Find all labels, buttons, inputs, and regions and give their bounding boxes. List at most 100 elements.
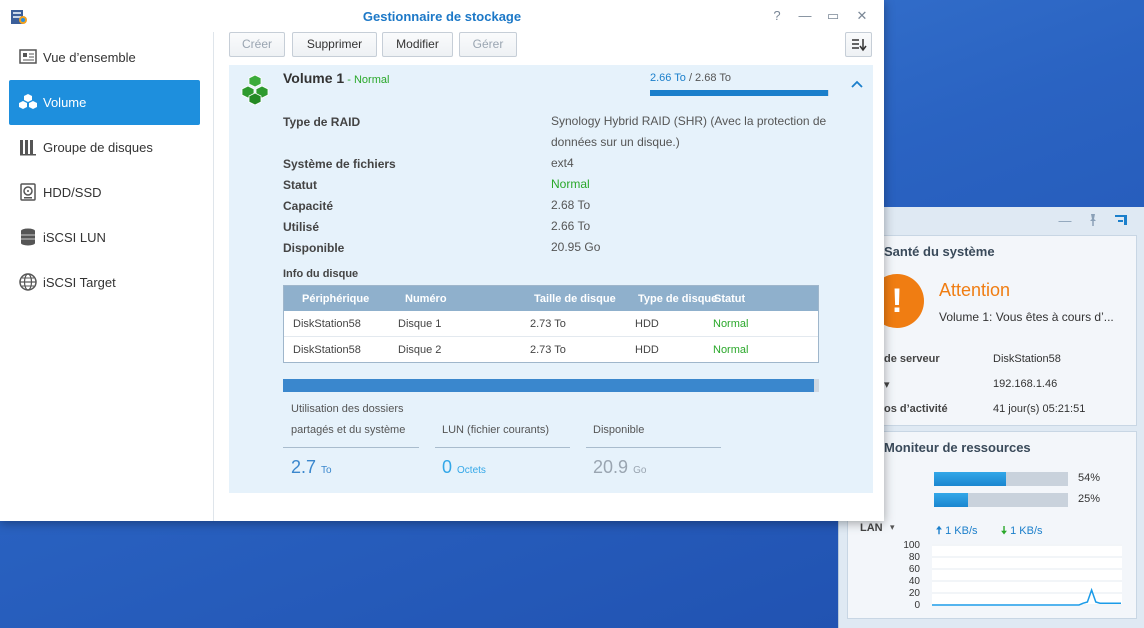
sidebar: Vue d’ensemble Volume Groupe de disques … [0,32,214,521]
property-label: Système de fichiers [283,157,396,171]
volume-title: Volume 1 - Normal [283,70,389,86]
sidebar-item-hdd-ssd[interactable]: HDD/SSD [9,170,200,215]
attention-title: Attention [939,280,1011,300]
main-content: Créer Supprimer Modifier Gérer Volume 1 … [215,32,884,521]
column-header[interactable]: Taille de disque [534,293,616,305]
stat-lun: LUN (fichier courants) 0 Octets [435,399,570,478]
lan-dropdown-caret-icon[interactable]: ▾ [890,522,895,533]
stat-value-row: 2.7 To [283,457,419,478]
health-row-ip: ▾ 192.168.1.46 [848,378,1138,398]
widget-options-icon[interactable] [1113,213,1129,229]
volume-total: / 2.68 To [685,72,731,84]
manage-button[interactable]: Gérer [459,32,517,57]
lan-row: LAN ▾ 🠅 1 KB/s 🠇 1 KB/s [848,522,1138,538]
health-row-value: 41 jour(s) 05:21:51 [993,403,1086,415]
download-speed: 🠇 1 KB/s [1001,522,1043,541]
stat-label-line2: partagés et du système [291,424,406,436]
property-available: Disponible 20.95 Go [283,240,843,262]
stat-divider [586,447,721,448]
maximize-icon[interactable]: ▭ [824,7,842,25]
column-header[interactable]: Type de disque [638,293,717,305]
disk-table-header: Périphérique Numéro Taille de disque Typ… [284,286,818,311]
table-row[interactable]: DiskStation58 Disque 1 2.73 To HDD Norma… [284,311,818,337]
widget-minimize-icon[interactable]: — [1057,213,1073,229]
cpu-usage-row: 54% [848,472,1138,488]
iscsi-lun-icon [21,228,35,246]
property-label: Utilisé [283,220,320,234]
property-raid-type: Type de RAID Synology Hybrid RAID (SHR) … [283,114,843,157]
edit-button[interactable]: Modifier [382,32,453,57]
close-icon[interactable]: ✕ [853,7,871,25]
minimize-icon[interactable]: — [796,7,814,25]
hdd-icon [20,183,36,201]
chevron-up-icon[interactable] [850,79,864,89]
sort-button[interactable] [845,32,872,57]
stat-value: 0 [442,457,453,477]
sidebar-item-label: iSCSI Target [43,275,116,290]
resource-monitor-widget: Moniteur de ressources 54% 25% LAN ▾ 🠅 1… [847,431,1137,619]
column-header[interactable]: Périphérique [302,293,369,305]
toolbar: Créer Supprimer Modifier Gérer [215,32,884,65]
lan-dropdown-label[interactable]: LAN [860,522,883,534]
sidebar-item-label: iSCSI LUN [43,230,106,245]
storage-usage-fill [283,379,814,392]
stat-divider [435,447,570,448]
disk-group-icon [20,140,36,156]
ram-usage-bar [934,493,1068,507]
sidebar-item-label: HDD/SSD [43,185,102,200]
stat-unit: Go [633,465,647,476]
health-row-label[interactable]: ▾ [884,378,984,391]
health-title: Santé du système [884,244,995,259]
storage-usage-bar [283,379,819,392]
disk-table: Périphérique Numéro Taille de disque Typ… [283,285,819,363]
stat-label-line1 [586,399,721,420]
stat-available: Disponible 20.9 Go [586,399,721,478]
cpu-usage-percent: 54% [1078,472,1101,484]
stat-label-line2: Disponible [593,424,645,436]
stat-label-line1: Utilisation des dossiers [291,403,404,415]
ram-usage-fill [934,493,968,507]
health-row-label: de serveur [884,353,940,365]
column-header[interactable]: Statut [714,293,745,305]
table-row[interactable]: DiskStation58 Disque 2 2.73 To HDD Norma… [284,337,818,363]
health-row-label: os d’activité [884,403,948,415]
table-cell: DiskStation58 [293,318,361,330]
volume-usage-fill [650,90,828,96]
create-button[interactable]: Créer [229,32,285,57]
help-icon[interactable]: ? [768,7,786,25]
table-cell: Normal [713,344,749,356]
property-label: Statut [283,178,317,192]
property-label: Disponible [283,241,345,255]
window-title: Gestionnaire de stockage [362,9,522,24]
volume-usage-text: 2.66 To / 2.68 To [650,72,731,84]
stat-value: 2.7 [291,457,317,477]
stat-value-row: 0 Octets [435,457,570,478]
table-cell: DiskStation58 [293,344,361,356]
property-label: Capacité [283,199,334,213]
volume-panel: Volume 1 - Normal 2.66 To / 2.68 To Type… [229,65,873,493]
sidebar-item-iscsi-target[interactable]: iSCSI Target [9,260,200,305]
sort-icon [852,39,867,52]
delete-button[interactable]: Supprimer [292,32,377,57]
y-tick-label: 40 [908,576,920,587]
attention-message[interactable]: Volume 1: Vous êtes à cours d’... [939,310,1129,324]
widget-pin-icon[interactable] [1085,213,1101,229]
table-cell: Disque 1 [398,318,442,330]
sidebar-item-iscsi-lun[interactable]: iSCSI LUN [9,215,200,260]
volume-status: - Normal [344,74,390,86]
sidebar-item-disk-group[interactable]: Groupe de disques [9,125,200,170]
sidebar-item-label: Groupe de disques [43,140,153,155]
sidebar-item-overview[interactable]: Vue d’ensemble [9,35,200,80]
stat-unit: Octets [457,465,486,476]
sidebar-item-volume[interactable]: Volume [9,80,200,125]
title-bar[interactable]: Gestionnaire de stockage ? — ▭ ✕ [0,0,884,32]
iscsi-target-icon [19,273,37,291]
column-header[interactable]: Numéro [405,293,447,305]
health-row-uptime: os d’activité 41 jour(s) 05:21:51 [848,403,1138,423]
volume-name: Volume 1 [283,70,345,86]
ram-usage-row: 25% [848,493,1138,509]
stat-label-line1 [435,399,570,420]
volume-icon [19,94,37,109]
widget-topbar: — [839,207,1144,235]
table-cell: 2.73 To [530,344,566,356]
